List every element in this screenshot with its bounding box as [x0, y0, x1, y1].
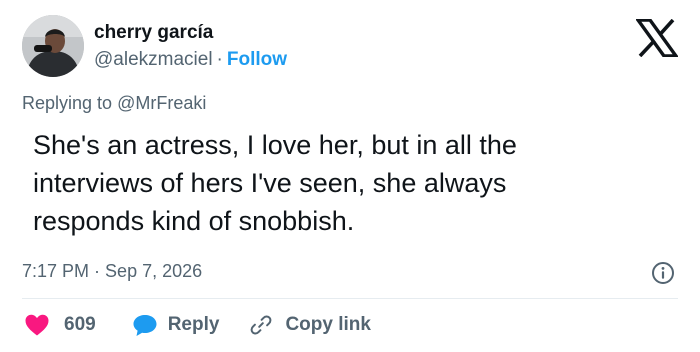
- reply-button[interactable]: Reply: [132, 313, 220, 337]
- tweet-date: Sep 7, 2026: [105, 261, 203, 281]
- author-handle[interactable]: @alekzmaciel: [94, 49, 213, 70]
- replying-to-prefix: Replying to: [22, 93, 113, 113]
- replying-to: Replying to @MrFreaki: [22, 93, 206, 114]
- copy-link-button[interactable]: Copy link: [249, 313, 371, 337]
- replying-to-mention[interactable]: @MrFreaki: [117, 93, 206, 113]
- tweet-text-line: interviews of hers I've seen, she always: [33, 168, 507, 198]
- timestamp-separator: ·: [94, 261, 101, 281]
- link-icon: [251, 315, 272, 335]
- avatar-image: [22, 15, 84, 77]
- speech-bubble-icon: [133, 315, 157, 336]
- like-count: 609: [64, 314, 96, 335]
- tweet-text-line: She's an actress, I love her, but in all…: [33, 130, 517, 160]
- tweet-text-line: responds kind of snobbish.: [33, 206, 355, 236]
- tweet-actions: 609 Reply Copy link: [24, 311, 371, 339]
- like-button[interactable]: 609: [24, 313, 96, 337]
- x-logo-icon[interactable]: [636, 19, 678, 57]
- info-icon[interactable]: [651, 261, 675, 285]
- reply-label: Reply: [167, 314, 220, 335]
- tweet-time: 7:17 PM: [22, 261, 90, 281]
- tweet-text: She's an actress, I love her, but in all…: [33, 126, 653, 240]
- heart-icon: [25, 314, 49, 336]
- copy-link-label: Copy link: [285, 314, 371, 335]
- avatar[interactable]: [22, 15, 84, 77]
- handle-separator: ·: [216, 49, 223, 70]
- author-handle-row: @alekzmaciel · Follow: [94, 49, 287, 71]
- tweet-timestamp[interactable]: 7:17 PM · Sep 7, 2026: [22, 261, 202, 282]
- follow-button[interactable]: Follow: [227, 49, 287, 70]
- author-name[interactable]: cherry garcía: [94, 22, 213, 44]
- divider: [22, 298, 678, 299]
